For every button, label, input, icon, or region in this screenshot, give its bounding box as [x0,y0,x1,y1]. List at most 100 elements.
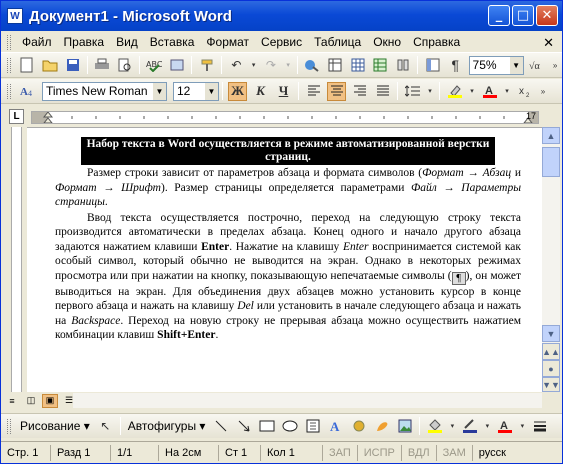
align-justify-icon[interactable] [373,82,392,101]
status-overtype[interactable]: ЗАМ [437,444,473,461]
print-preview-icon[interactable] [116,56,135,75]
line-color-icon[interactable] [460,417,479,436]
redo-dropdown-icon[interactable]: ▾ [284,56,292,75]
scroll-up-button[interactable]: ▲ [542,127,560,144]
columns-icon[interactable] [394,56,413,75]
toolbar-grip[interactable] [7,34,11,50]
insert-table-icon[interactable] [348,56,367,75]
styles-icon[interactable]: A4 [18,82,37,101]
menu-edit[interactable]: Правка [58,35,111,49]
format-painter-icon[interactable] [197,56,216,75]
tables-borders-icon[interactable] [326,56,345,75]
minimize-button[interactable]: _ [488,5,510,26]
toolbar-options-icon[interactable]: » [538,82,548,101]
document-close-button[interactable]: ✕ [543,35,554,51]
autoshapes-button[interactable]: Автофигуры ▾ [124,419,210,433]
textbox-icon[interactable] [303,417,322,436]
font-size-select[interactable]: 12 ▼ [173,81,219,101]
diagram-icon[interactable] [349,417,368,436]
status-language[interactable]: русск [473,445,512,461]
read-mode-icon[interactable]: √α [528,56,547,75]
menu-tools[interactable]: Сервис [255,35,308,49]
toolbar-grip[interactable] [7,83,11,99]
open-folder-icon[interactable] [41,56,60,75]
line-spacing-icon[interactable] [403,82,422,101]
rectangle-icon[interactable] [257,417,276,436]
scroll-thumb[interactable] [542,147,560,177]
status-track-changes[interactable]: ИСПР [358,444,402,461]
chevron-down-icon[interactable]: ▼ [509,56,523,74]
line-spacing-dropdown-icon[interactable]: ▾ [426,82,434,101]
drawing-font-color-dropdown-icon[interactable]: ▾ [518,417,526,436]
document-page[interactable]: Набор текста в Word осуществляется в реж… [55,137,521,343]
menu-view[interactable]: Вид [110,35,144,49]
show-hide-pilcrow-icon[interactable]: ¶ [446,56,465,75]
highlight-dropdown-icon[interactable]: ▾ [468,82,476,101]
spelling-icon[interactable]: ABC [145,56,164,75]
align-right-icon[interactable] [350,82,369,101]
word-app-icon[interactable]: W [7,8,23,24]
save-icon[interactable] [63,56,82,75]
horizontal-scrollbar[interactable] [73,393,542,408]
oval-icon[interactable] [280,417,299,436]
chevron-down-icon[interactable]: ▼ [205,82,218,100]
print-icon[interactable] [93,56,112,75]
clipart-icon[interactable] [372,417,391,436]
menu-window[interactable]: Окно [367,35,407,49]
normal-view-icon[interactable]: ≡ [4,394,20,408]
horizontal-ruler[interactable]: 17 [31,111,539,124]
redo-icon[interactable]: ↷ [262,56,281,75]
menu-help[interactable]: Справка [407,35,466,49]
menu-format[interactable]: Формат [200,35,255,49]
select-objects-icon[interactable]: ↖ [96,417,115,436]
maximize-button[interactable]: □ [512,5,534,26]
insert-excel-icon[interactable] [371,56,390,75]
next-page-button[interactable]: ▼▼ [542,377,560,392]
previous-page-button[interactable]: ▲▲ [542,343,560,360]
vertical-ruler[interactable] [1,127,27,407]
line-icon[interactable] [211,417,230,436]
close-button[interactable]: ✕ [536,5,558,26]
line-style-icon[interactable] [530,417,549,436]
status-record-macro[interactable]: ЗАП [323,444,358,461]
undo-icon[interactable]: ↶ [227,56,246,75]
fill-color-dropdown-icon[interactable]: ▾ [448,417,456,436]
font-color-dropdown-icon[interactable]: ▾ [503,82,511,101]
status-extend-selection[interactable]: ВДЛ [402,444,437,461]
toolbar-grip[interactable] [7,418,11,434]
italic-button[interactable]: К [251,82,270,101]
underline-button[interactable]: Ч [274,82,293,101]
research-icon[interactable] [168,56,187,75]
chevron-down-icon[interactable]: ▼ [153,82,166,100]
tab-selector[interactable]: L [9,109,24,124]
font-name-select[interactable]: Times New Roman ▼ [42,81,167,101]
highlight-icon[interactable] [445,82,464,101]
arrow-icon[interactable] [234,417,253,436]
drawing-menu-button[interactable]: Рисование ▾ [16,419,94,433]
menu-insert[interactable]: Вставка [144,35,201,49]
web-view-icon[interactable]: ◫ [23,394,39,408]
browse-object-button[interactable]: ● [542,360,560,377]
drawing-font-color-icon[interactable]: A [495,417,514,436]
title-bar[interactable]: W Документ1 - Microsoft Word _ □ ✕ [1,1,562,31]
vertical-scrollbar[interactable]: ▲ ▼ ▲▲ ● ▼▼ [542,127,560,392]
align-center-icon[interactable] [327,81,346,101]
wordart-icon[interactable]: A [326,417,345,436]
undo-dropdown-icon[interactable]: ▾ [250,56,258,75]
align-left-icon[interactable] [304,82,323,101]
scroll-down-button[interactable]: ▼ [542,325,560,342]
font-color-icon[interactable]: A [480,82,499,101]
bold-button[interactable]: Ж [228,81,247,101]
document-map-icon[interactable] [423,56,442,75]
new-document-icon[interactable] [18,56,37,75]
line-color-dropdown-icon[interactable]: ▾ [483,417,491,436]
document-area[interactable]: Набор текста в Word осуществляется в реж… [27,127,542,392]
fill-color-icon[interactable] [425,417,444,436]
print-layout-icon[interactable]: ▣ [42,393,58,408]
toolbar-grip[interactable] [7,57,11,73]
toolbar-options-icon[interactable]: » [550,56,560,75]
hyperlink-icon[interactable] [303,56,322,75]
zoom-select[interactable]: 75% ▼ [468,55,524,75]
menu-table[interactable]: Таблица [308,35,367,49]
picture-icon[interactable] [395,417,414,436]
